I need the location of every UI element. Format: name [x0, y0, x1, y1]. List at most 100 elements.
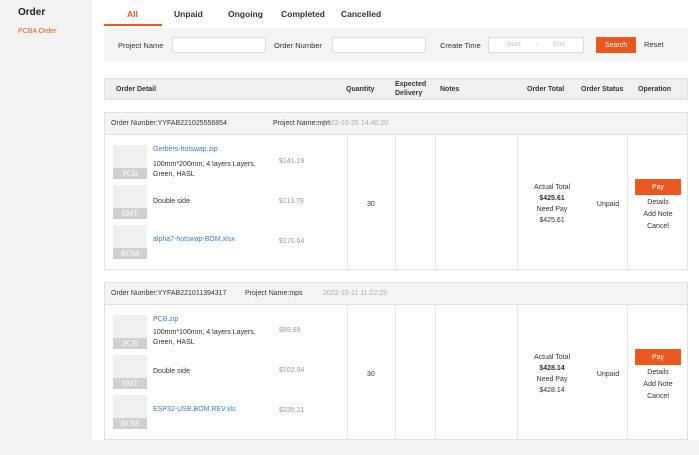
column-divider — [395, 135, 396, 269]
bom-price: $235.21 — [279, 407, 305, 414]
order-status: Unpaid — [596, 371, 620, 378]
tab-all[interactable]: All — [127, 9, 138, 19]
table-header: Order Detail Quantity Expected Delivery … — [104, 78, 688, 100]
start-date-placeholder[interactable]: Start — [507, 41, 521, 48]
cancel-link[interactable]: Cancel — [633, 221, 683, 233]
order-card: Order Number:YYFAB221011394317 Project N… — [104, 282, 688, 440]
thumbnail-label: BOM — [113, 418, 147, 429]
smt-thumbnail: SMT — [113, 355, 147, 389]
column-divider — [347, 305, 348, 439]
col-quantity: Quantity — [346, 86, 375, 93]
col-order-status: Order Status — [581, 86, 624, 93]
end-date-placeholder[interactable]: End — [553, 41, 565, 48]
smt-spec: Double side — [153, 368, 190, 375]
tab-ongoing[interactable]: Ongoing — [228, 9, 263, 19]
bom-thumbnail: BOM — [113, 395, 147, 429]
column-divider — [435, 135, 436, 269]
add-note-link[interactable]: Add Note — [633, 209, 683, 221]
project-name-label: Project Name — [118, 41, 164, 50]
order-number-input[interactable] — [332, 37, 426, 53]
order-number-label: Order Number — [274, 41, 322, 50]
pay-button[interactable]: Pay — [635, 349, 681, 365]
tab-cancelled[interactable]: Cancelled — [341, 9, 381, 19]
actual-total-value: $425.61 — [539, 195, 565, 202]
need-pay-label: Need Pay — [536, 376, 568, 383]
column-divider — [347, 135, 348, 269]
smt-spec: Double side — [153, 198, 190, 205]
order-total: Actual Total $425.61 Need Pay $425.61 — [519, 182, 585, 226]
actual-total-label: Actual Total — [533, 184, 571, 191]
col-order-total: Order Total — [527, 86, 565, 93]
sidebar: Order PCBA Order — [0, 0, 92, 455]
bom-thumbnail: BOM — [113, 225, 147, 259]
order-project-name: Project Name:mps — [245, 290, 303, 297]
date-separator: - — [536, 41, 539, 48]
smt-price: $102.94 — [279, 367, 305, 374]
details-link[interactable]: Details — [633, 367, 683, 379]
thumbnail-label: PCB — [113, 338, 147, 349]
pcb-spec: 100mm*100mm, 4 layers Layers, Green, HAS… — [153, 329, 256, 346]
order-project-name: Project Name:mps — [273, 120, 331, 127]
cancel-link[interactable]: Cancel — [633, 391, 683, 403]
thumbnail-label: PCB — [113, 168, 147, 179]
order-operations: Details Add Note Cancel — [633, 367, 683, 403]
col-notes: Notes — [440, 86, 460, 93]
actual-total-label: Actual Total — [533, 354, 571, 361]
order-status: Unpaid — [596, 201, 620, 208]
thumbnail-label: BOM — [113, 248, 147, 259]
order-quantity: 30 — [367, 371, 375, 378]
order-time: 2022-10-11 11:22:25 — [323, 290, 387, 297]
create-time-label: Create Time — [440, 41, 481, 50]
create-time-range[interactable]: Start - End — [488, 37, 584, 53]
smt-price: $113.78 — [279, 198, 304, 205]
bom-file-link[interactable]: alpha7-hotswap-BOM.xlsx — [153, 235, 275, 245]
pcb-thumbnail: PCB — [113, 315, 147, 349]
active-tab-indicator — [104, 24, 162, 26]
order-header: Order Number:YYFAB221011394317 Project N… — [105, 283, 687, 305]
pcb-file-link[interactable]: PCB.zip — [153, 315, 275, 325]
tab-unpaid[interactable]: Unpaid — [174, 9, 203, 19]
pay-button[interactable]: Pay — [635, 179, 681, 195]
order-number: Order Number:YYFAB221011394317 — [111, 290, 227, 297]
order-operations: Details Add Note Cancel — [633, 197, 683, 233]
need-pay-value: $428.14 — [539, 387, 565, 394]
col-expected-delivery: Expected Delivery — [395, 81, 427, 97]
bom-file-link[interactable]: ESP32-USB.BOM.REV.xls — [153, 405, 275, 415]
order-tabs: All Unpaid Ongoing Completed Cancelled — [92, 0, 699, 26]
order-card: Order Number:YYFAB221025556854 Project N… — [104, 112, 688, 270]
sidebar-item-pcba-order[interactable]: PCBA Order — [18, 28, 57, 35]
order-time: 2022-10-25 14:40:20 — [323, 120, 388, 127]
col-order-detail: Order Detail — [116, 86, 157, 93]
pcb-thumbnail: PCB — [113, 145, 147, 179]
add-note-link[interactable]: Add Note — [633, 379, 683, 391]
pcb-price: $89.99 — [279, 327, 301, 334]
column-divider — [395, 305, 396, 439]
details-link[interactable]: Details — [633, 197, 683, 209]
order-number: Order Number:YYFAB221025556854 — [111, 120, 227, 127]
column-divider — [435, 305, 436, 439]
project-name-input[interactable] — [172, 37, 266, 53]
tab-completed[interactable]: Completed — [281, 9, 325, 19]
column-divider — [517, 135, 518, 269]
pcb-price: $141.19 — [279, 158, 305, 165]
smt-thumbnail: SMT — [113, 185, 147, 219]
bom-price: $170.64 — [279, 238, 305, 245]
filter-bar: Project Name Order Number Create Time St… — [104, 28, 688, 62]
search-button[interactable]: Search — [596, 37, 636, 53]
order-total: Actual Total $428.14 Need Pay $428.14 — [519, 352, 585, 396]
actual-total-value: $428.14 — [539, 365, 565, 372]
pcb-spec: 100mm*200mm, 4 layers Layers, Green, HAS… — [153, 161, 256, 178]
thumbnail-label: SMT — [113, 378, 147, 389]
thumbnail-label: SMT — [113, 208, 147, 219]
main-panel: All Unpaid Ongoing Completed Cancelled P… — [92, 0, 699, 440]
column-divider — [517, 305, 518, 439]
order-quantity: 30 — [367, 201, 375, 208]
reset-button[interactable]: Reset — [644, 40, 664, 49]
order-header: Order Number:YYFAB221025556854 Project N… — [105, 113, 687, 135]
column-divider — [627, 135, 628, 269]
pcb-file-link[interactable]: Gerbers-hotswap.zip — [153, 145, 275, 155]
sidebar-title: Order — [18, 7, 46, 18]
col-operation: Operation — [638, 86, 672, 93]
need-pay-value: $425.61 — [539, 217, 565, 224]
need-pay-label: Need Pay — [536, 206, 568, 213]
